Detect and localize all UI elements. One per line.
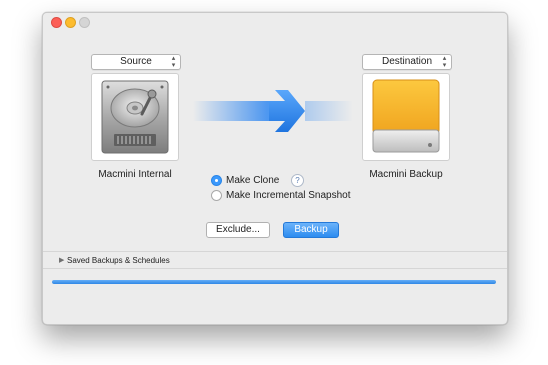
popup-stepper-icon: ▴ ▾	[442, 55, 447, 69]
zoom-button[interactable]	[79, 17, 90, 28]
destination-popup[interactable]: Destination ▴ ▾	[362, 54, 452, 70]
make-clone-radio[interactable]	[211, 175, 222, 186]
source-popup-label: Source	[120, 56, 152, 67]
destination-popup-label: Destination	[381, 56, 433, 67]
external-drive-icon	[372, 79, 440, 153]
destination-volume-name: Macmini Backup	[369, 169, 443, 180]
source-volume-name: Macmini Internal	[98, 169, 172, 180]
hard-drive-icon	[101, 80, 169, 154]
incremental-snapshot-label: Make Incremental Snapshot	[226, 190, 351, 201]
close-button[interactable]	[51, 17, 62, 28]
arrow-right-icon	[193, 90, 353, 132]
popup-stepper-icon: ▴ ▾	[171, 55, 176, 69]
source-drive-well[interactable]	[91, 73, 179, 161]
section-divider	[43, 251, 507, 252]
backup-button[interactable]: Backup	[283, 222, 339, 238]
destination-drive-well[interactable]	[362, 73, 450, 161]
title-bar	[43, 13, 507, 33]
progress-bar	[52, 280, 496, 284]
minimize-button[interactable]	[65, 17, 76, 28]
incremental-snapshot-radio[interactable]	[211, 190, 222, 201]
source-popup[interactable]: Source ▴ ▾	[91, 54, 181, 70]
help-icon[interactable]: ?	[291, 174, 304, 187]
make-clone-label: Make Clone	[226, 175, 280, 186]
section-divider-bottom	[43, 268, 507, 269]
exclude-button[interactable]: Exclude...	[206, 222, 270, 238]
progress-fill	[52, 280, 496, 284]
app-window: Source ▴ ▾ Destination ▴ ▾ Macmini Inter…	[42, 12, 508, 325]
disclosure-triangle-icon[interactable]: ▶	[59, 255, 64, 267]
saved-backups-label: Saved Backups & Schedules	[67, 256, 170, 265]
